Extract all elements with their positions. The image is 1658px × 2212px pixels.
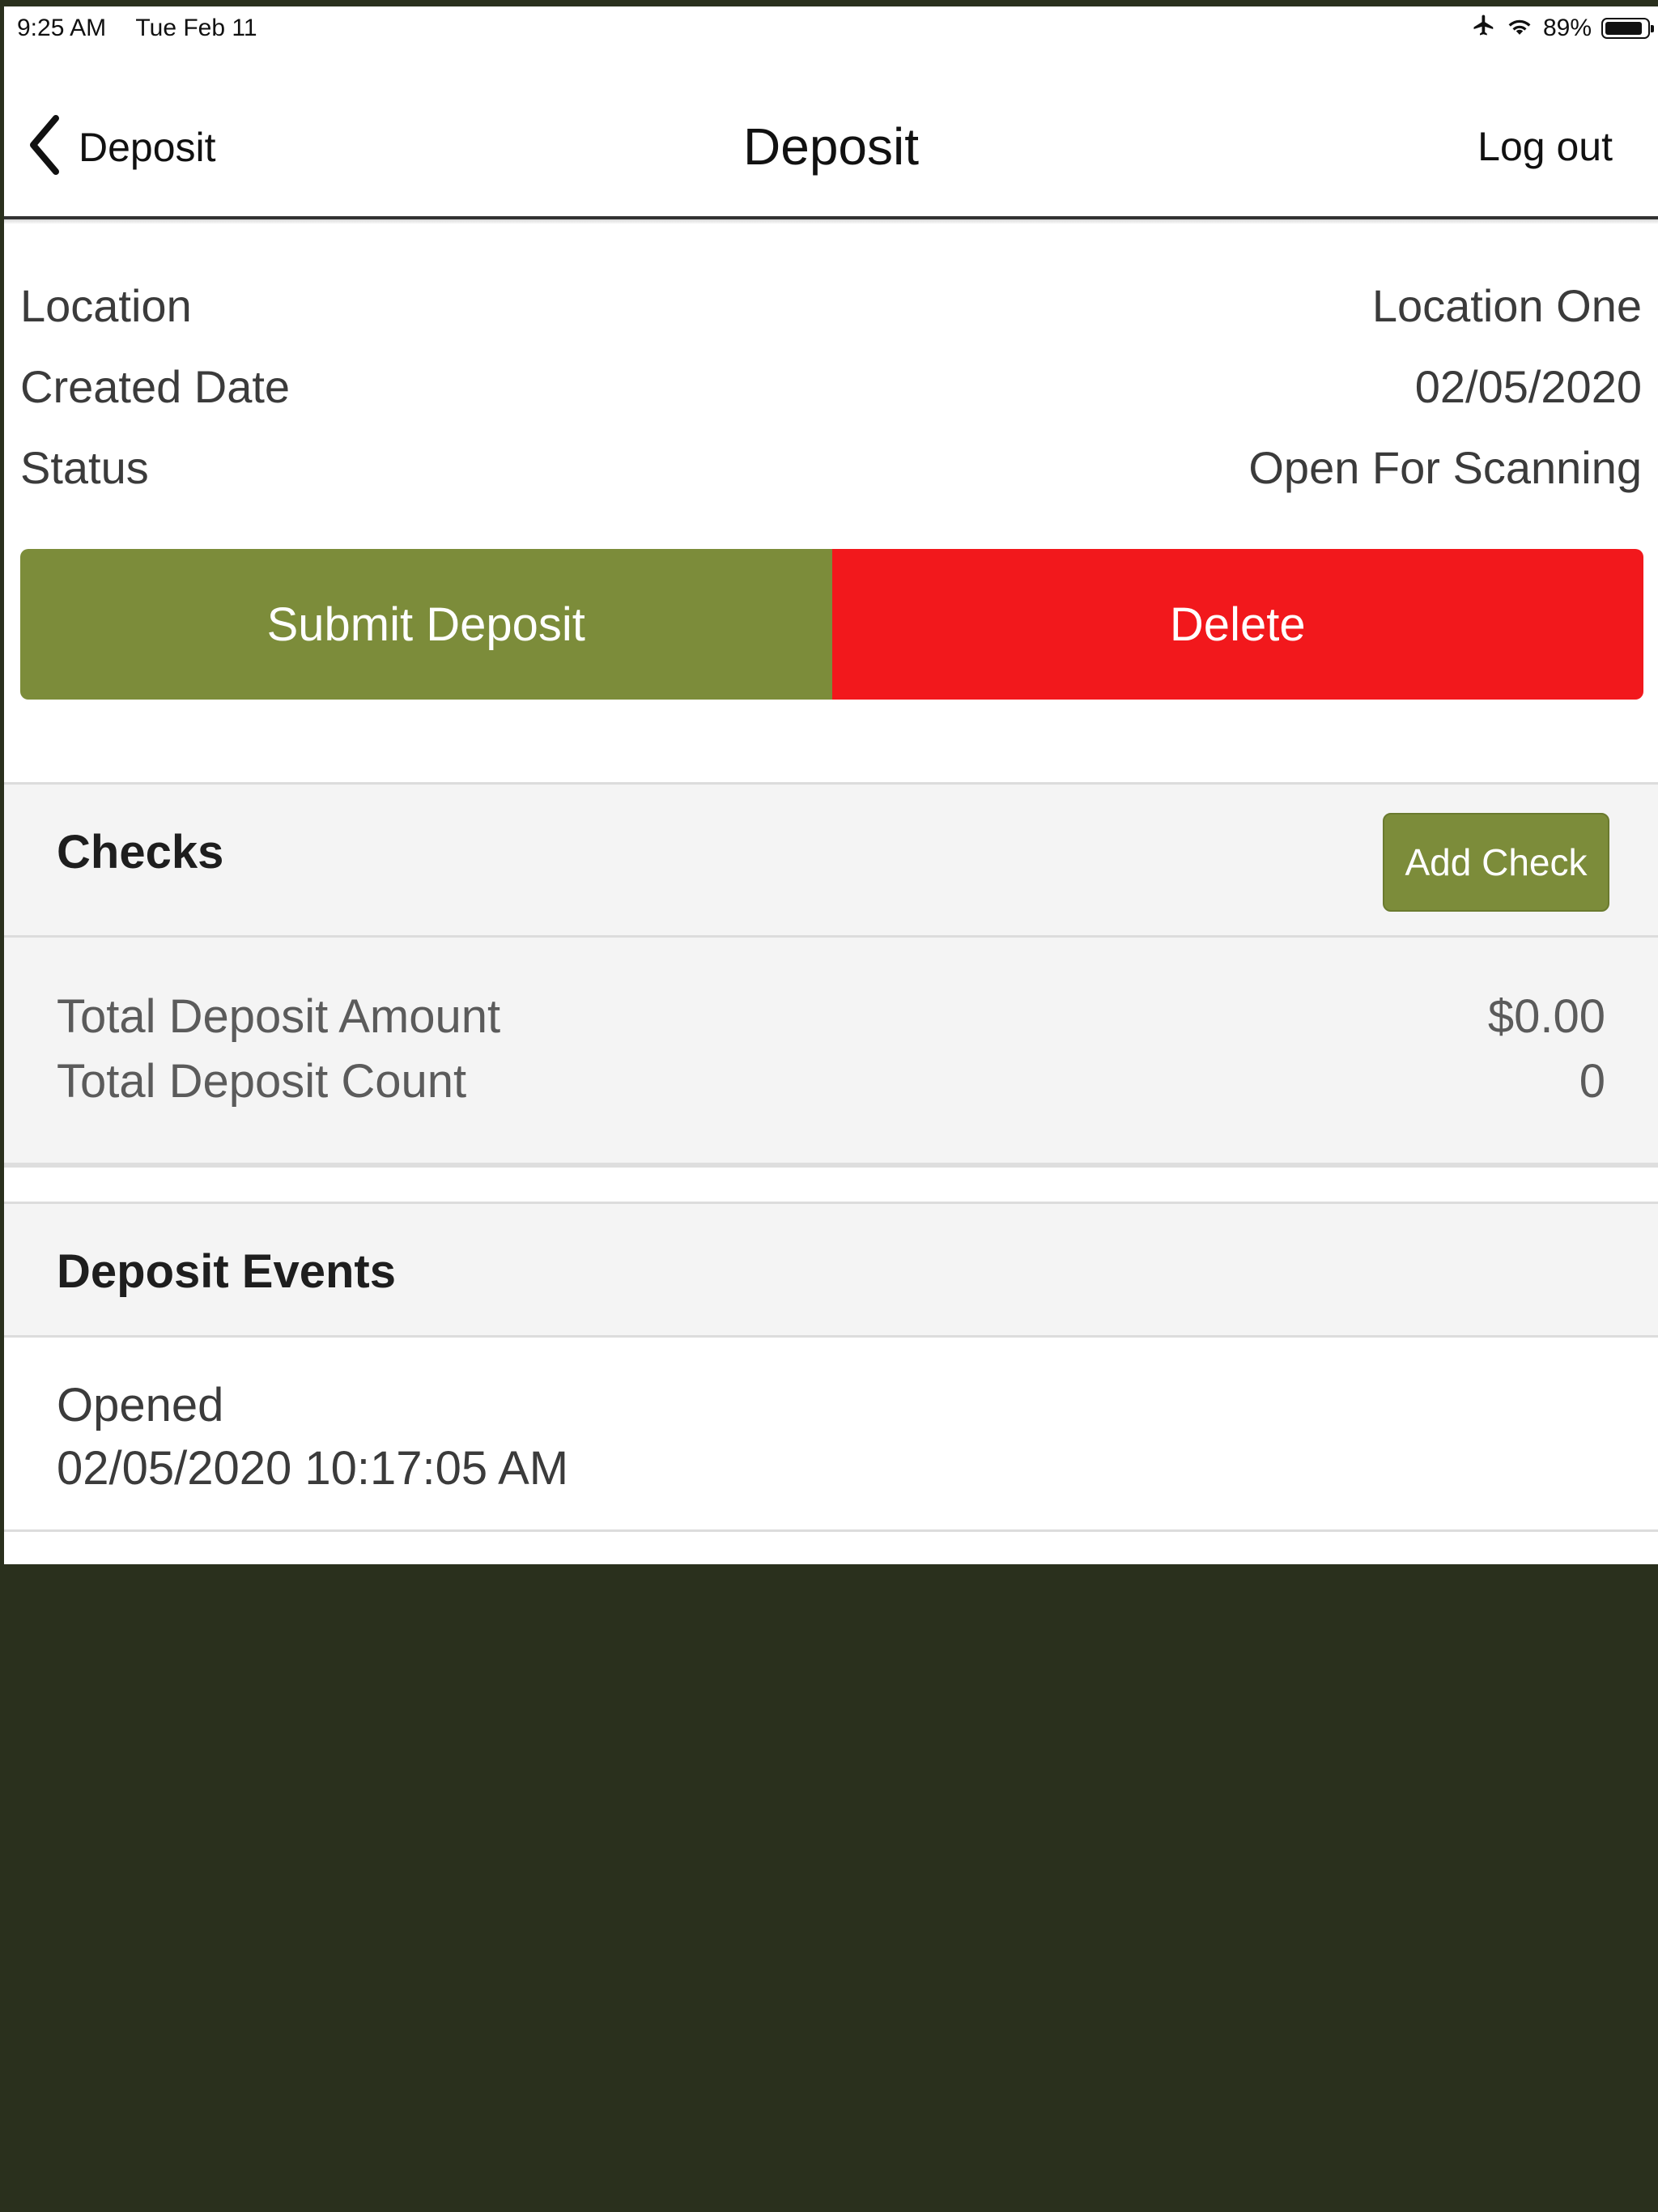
list-item[interactable]: Opened 02/05/2020 10:17:05 AM <box>4 1338 1658 1532</box>
created-date-value: 02/05/2020 <box>1414 361 1642 412</box>
total-amount-value: $0.00 <box>1487 990 1605 1043</box>
status-label: Status <box>20 442 149 493</box>
battery-fill <box>1605 22 1642 35</box>
total-count-value: 0 <box>1579 1055 1605 1108</box>
event-name: Opened <box>57 1379 224 1431</box>
total-count-row: Total Deposit Count 0 <box>57 1054 1605 1108</box>
page-title: Deposit <box>743 117 919 176</box>
submit-deposit-button[interactable]: Submit Deposit <box>20 549 832 700</box>
deposit-info: Location Location One Created Date 02/05… <box>20 266 1642 508</box>
location-label: Location <box>20 280 192 331</box>
status-time: 9:25 AM <box>17 15 107 41</box>
info-row-location: Location Location One <box>20 266 1642 347</box>
created-date-label: Created Date <box>20 361 291 412</box>
battery-icon <box>1601 18 1654 39</box>
total-amount-label: Total Deposit Amount <box>57 990 501 1043</box>
status-left: 9:25 AM Tue Feb 11 <box>17 15 257 42</box>
airplane-icon <box>1472 13 1496 44</box>
total-count-label: Total Deposit Count <box>57 1055 467 1108</box>
top-border <box>0 0 1658 6</box>
info-row-status: Status Open For Scanning <box>20 428 1642 508</box>
battery-percent: 89% <box>1542 15 1592 41</box>
deposit-events-title: Deposit Events <box>57 1245 396 1298</box>
status-right: 89% <box>1472 13 1654 44</box>
checks-header: Checks Add Check <box>4 782 1658 938</box>
checks-title: Checks <box>57 826 224 878</box>
location-value: Location One <box>1371 280 1642 331</box>
logout-button[interactable]: Log out <box>1477 123 1613 170</box>
info-row-created-date: Created Date 02/05/2020 <box>20 347 1642 428</box>
event-time: 02/05/2020 10:17:05 AM <box>57 1442 569 1495</box>
status-value: Open For Scanning <box>1248 442 1642 493</box>
nav-divider <box>4 219 1658 224</box>
deposit-totals: Total Deposit Amount $0.00 Total Deposit… <box>4 938 1658 1168</box>
status-date: Tue Feb 11 <box>135 15 257 41</box>
deposit-actions: Submit Deposit Delete <box>20 549 1643 700</box>
delete-button[interactable]: Delete <box>831 549 1643 700</box>
add-check-button[interactable]: Add Check <box>1383 813 1609 912</box>
wifi-icon <box>1506 14 1533 43</box>
status-bar: 9:25 AM Tue Feb 11 89% <box>4 6 1658 50</box>
deposit-events-header: Deposit Events <box>4 1202 1658 1338</box>
app-window: 9:25 AM Tue Feb 11 89% Deposit Deposit L… <box>4 6 1658 1564</box>
navigation-bar: Deposit Deposit Log out <box>4 50 1658 219</box>
total-amount-row: Total Deposit Amount $0.00 <box>57 989 1605 1044</box>
